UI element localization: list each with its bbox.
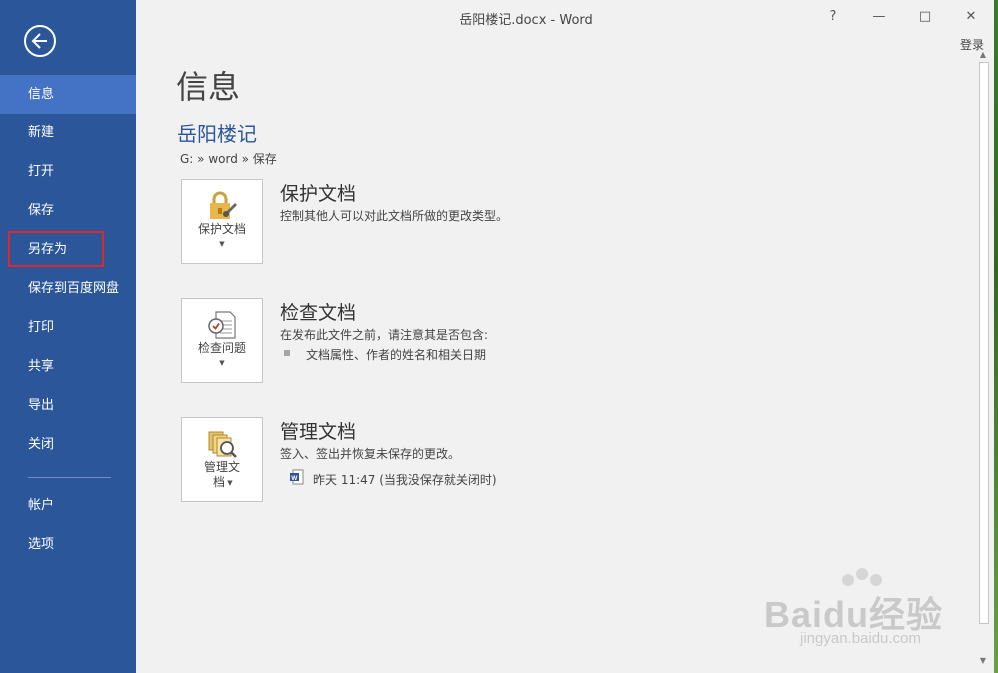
manage-section-title: 管理文档 [280,421,357,443]
scroll-down-icon[interactable]: ▼ [976,654,990,668]
nav-item-export[interactable]: 导出 [0,386,136,425]
scroll-up-icon[interactable]: ▲ [976,48,990,62]
nav-item-open[interactable]: 打开 [0,152,136,191]
nav-item-share[interactable]: 共享 [0,347,136,386]
chevron-down-icon: ▼ [219,240,225,248]
nav-item-info[interactable]: 信息 [0,75,136,114]
protect-section-title: 保护文档 [280,183,357,205]
unsaved-version-link[interactable]: 昨天 11:47 (当我没保存就关闭时) [313,471,497,488]
document-path[interactable]: G: » word » 保存 [180,150,277,167]
manage-document-label-line1: 管理文 [203,460,240,474]
protect-document-button[interactable]: 保护文档 ▼ [181,179,263,264]
backstage-content: 岳阳楼记.docx - Word ? — □ ✕ 登录 信息 岳阳楼记 G: »… [136,0,994,673]
svg-text:W: W [291,475,298,482]
word-document-icon: W [290,469,304,485]
check-issues-label: 检查问题 [197,341,246,355]
nav-item-save-as[interactable]: 另存为 [0,230,136,269]
close-button[interactable]: ✕ [956,4,986,30]
nav-item-print[interactable]: 打印 [0,308,136,347]
back-arrow-icon [31,33,47,49]
lock-key-icon [210,191,237,219]
backstage-sidebar: 信息 新建 打开 保存 另存为 保存到百度网盘 打印 共享 导出 关闭 帐户 选… [0,0,136,673]
protect-document-label: 保护文档 [197,222,246,236]
back-button[interactable] [24,25,56,57]
vertical-scrollbar[interactable]: ▲ ▼ [976,48,990,670]
chevron-down-icon: ▼ [219,359,225,367]
window-edge [994,0,998,673]
check-issues-button[interactable]: 检查问题 ▼ [181,298,263,383]
manage-versions-icon [208,431,237,458]
nav-item-save[interactable]: 保存 [0,191,136,230]
chevron-down-icon: ▼ [227,479,233,487]
nav-item-account[interactable]: 帐户 [0,486,136,525]
nav-item-close[interactable]: 关闭 [0,425,136,464]
page-title: 信息 [176,68,241,106]
nav-item-save-to-baidu[interactable]: 保存到百度网盘 [0,269,136,308]
nav-item-options[interactable]: 选项 [0,525,136,564]
nav-divider [28,477,111,478]
manage-section-description: 签入、签出并恢复未保存的更改。 [280,447,461,461]
inspect-section-title: 检查文档 [280,302,357,324]
nav-item-new[interactable]: 新建 [0,113,136,152]
maximize-button[interactable]: □ [910,4,940,30]
help-button[interactable]: ? [818,4,848,30]
manage-document-button[interactable]: 管理文 档 ▼ [181,417,263,502]
inspect-section-description: 在发布此文件之前，请注意其是否包含: [280,328,489,342]
inspect-item: 文档属性、作者的姓名和相关日期 [306,348,487,362]
window-title: 岳阳楼记.docx - Word [459,13,593,28]
minimize-button[interactable]: — [864,4,894,30]
document-title: 岳阳楼记 [177,122,257,146]
inspect-document-icon [208,311,236,339]
bullet-icon [284,350,290,356]
protect-section-description: 控制其他人可以对此文档所做的更改类型。 [280,209,509,223]
scrollbar-thumb[interactable] [979,62,989,624]
